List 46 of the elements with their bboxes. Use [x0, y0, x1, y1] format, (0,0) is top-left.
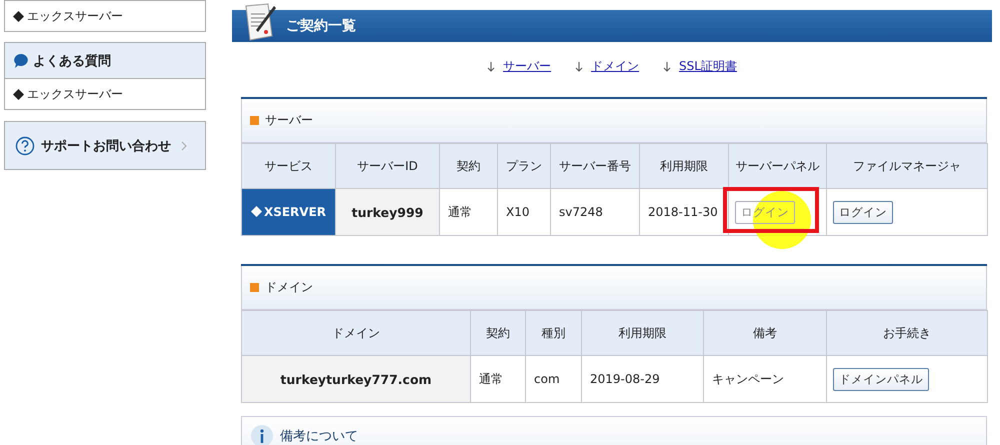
column-header: 契約	[470, 310, 526, 356]
table-cell: キャンペーン	[704, 356, 826, 402]
chevron-right-icon	[181, 140, 187, 150]
column-header: ドメイン	[242, 310, 470, 356]
sidebar-link[interactable]: エックスサーバー	[5, 1, 205, 31]
table-cell: 通常	[440, 188, 498, 236]
section-header: サーバー	[241, 99, 987, 143]
sidebar-link[interactable]: エックスサーバー	[5, 78, 205, 109]
arrow-down-icon	[487, 62, 496, 72]
section-bullet-icon	[250, 283, 259, 292]
sidebar-heading: よくある質問	[5, 43, 205, 78]
anchor-link[interactable]: サーバー	[503, 58, 552, 75]
support-button[interactable]: サポートお問い合わせ	[4, 121, 206, 170]
anchor-link[interactable]: SSL証明書	[679, 58, 737, 75]
column-header: 利用期限	[582, 310, 704, 356]
speech-bubble-icon	[13, 52, 29, 68]
column-header: 利用期限	[640, 144, 728, 188]
table-cell: 通常	[470, 356, 526, 402]
column-header: サービス	[242, 144, 336, 188]
service-logo: XSERVER	[242, 188, 336, 236]
column-header: 種別	[526, 310, 582, 356]
column-header: サーバーパネル	[728, 144, 826, 188]
login-button[interactable]: ドメインパネル	[833, 368, 929, 390]
column-header: 契約	[440, 144, 498, 188]
table-cell: sv7248	[550, 188, 640, 236]
table-cell: turkeyturkey777.com	[242, 356, 470, 402]
login-button[interactable]: ログイン	[833, 200, 893, 224]
column-header: サーバーID	[336, 144, 440, 188]
arrow-down-icon	[663, 62, 672, 72]
table-cell: turkey999	[336, 188, 440, 236]
column-header: サーバー番号	[550, 144, 640, 188]
table-cell: X10	[498, 188, 550, 236]
arrow-down-icon	[575, 62, 584, 72]
table-cell: 2018-11-30	[640, 188, 728, 236]
anchor-link[interactable]: ドメイン	[591, 58, 640, 75]
help-icon	[15, 136, 35, 156]
table-cell: com	[526, 356, 582, 402]
section-bullet-icon	[250, 116, 259, 125]
column-header: ファイルマネージャ	[826, 144, 988, 188]
column-header: 備考	[704, 310, 826, 356]
column-header: お手続き	[826, 310, 988, 356]
section-header: ドメイン	[241, 266, 987, 310]
notes-title: 備考について	[280, 428, 358, 445]
table-cell: 2019-08-29	[582, 356, 704, 402]
info-icon	[250, 424, 274, 445]
column-header: プラン	[498, 144, 550, 188]
